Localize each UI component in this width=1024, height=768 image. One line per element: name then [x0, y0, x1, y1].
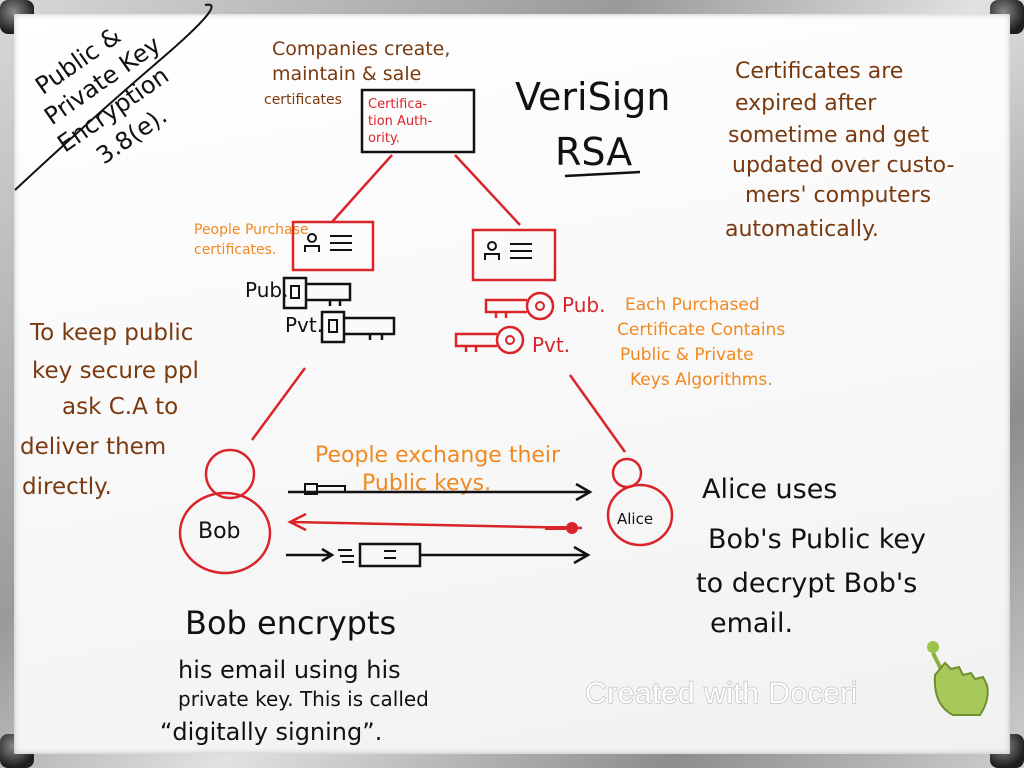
left-public-key-icon	[282, 276, 352, 310]
doceri-hand-icon	[927, 641, 989, 716]
purchase-line-1: People Purchase	[194, 222, 309, 238]
expiry-note: Certificates are expired after sometime …	[725, 59, 954, 242]
left-private-key-icon	[320, 310, 396, 344]
contains-line-4: Keys Algorithms.	[630, 370, 773, 390]
bob-line-1: Bob encrypts	[185, 604, 396, 642]
left-pub-label: Pub.	[245, 278, 288, 302]
ca-line-3: ority.	[368, 131, 400, 146]
expiry-line-6: automatically.	[725, 217, 879, 242]
ca-line-2: tion Auth-	[368, 114, 433, 129]
doceri-watermark: Created with Doceri	[585, 677, 858, 710]
expiry-line-4: updated over custo-	[732, 153, 954, 178]
ca-to-right-cert-line	[454, 154, 521, 226]
expiry-line-3: sometime and get	[728, 123, 929, 148]
secure-line-2: key secure ppl	[32, 358, 199, 384]
verisign-label: VeriSign RSA	[515, 75, 671, 178]
contains-line-2: Certificate Contains	[617, 320, 785, 340]
alice-line-3: to decrypt Bob's	[696, 568, 917, 599]
expiry-line-1: Certificates are	[735, 59, 903, 84]
right-public-key-icon	[484, 291, 555, 321]
expiry-line-5: mers' computers	[745, 183, 931, 208]
purchase-note: People Purchase certificates.	[194, 222, 309, 258]
purchase-line-2: certificates.	[194, 242, 276, 258]
secure-line-1: To keep public	[29, 320, 193, 346]
alice-label: Alice	[617, 510, 653, 528]
email-envelope-icon	[358, 542, 422, 568]
secure-line-4: deliver them	[20, 434, 166, 460]
bob-line-2: his email using his	[178, 656, 401, 684]
verisign-line-2: RSA	[555, 130, 632, 174]
right-cert-to-alice-line	[568, 374, 627, 453]
whiteboard-drawing: Public & Private Key Encryption 3.8(e). …	[14, 3, 989, 746]
expiry-line-2: expired after	[735, 91, 877, 116]
contains-line-1: Each Purchased	[625, 295, 760, 315]
title-note: Public & Private Key Encryption 3.8(e).	[30, 22, 174, 170]
bob-figure: Bob	[178, 448, 272, 575]
exchange-note: People exchange their Public keys.	[315, 443, 561, 496]
right-certificate	[471, 228, 557, 282]
person-icon	[307, 233, 317, 243]
alice-line-1: Alice uses	[702, 474, 837, 505]
bob-line-3: private key. This is called	[178, 687, 429, 711]
bob-to-alice-email-arrow	[286, 542, 591, 568]
alice-note: Alice uses Bob's Public key to decrypt B…	[696, 474, 926, 639]
bob-label: Bob	[198, 519, 241, 544]
right-private-key-icon	[454, 325, 525, 355]
secure-note: To keep public key secure ppl ask C.A to…	[20, 320, 199, 500]
left-pvt-label: Pvt.	[285, 313, 323, 337]
bob-note: Bob encrypts his email using his private…	[160, 604, 429, 746]
companies-line-1: Companies create,	[272, 38, 450, 60]
verisign-line-1: VeriSign	[515, 75, 671, 119]
companies-line-2: maintain & sale	[272, 63, 421, 85]
left-cert-to-bob-line	[250, 367, 307, 441]
exchange-line-1: People exchange their	[315, 443, 561, 468]
ca-to-left-cert-line	[331, 154, 393, 223]
right-pub-label: Pub.	[562, 293, 605, 317]
alice-to-bob-key-arrow	[287, 512, 583, 534]
secure-line-5: directly.	[22, 474, 112, 500]
person-icon	[487, 241, 497, 251]
alice-line-2: Bob's Public key	[708, 524, 926, 555]
secure-line-3: ask C.A to	[62, 394, 178, 420]
contains-line-3: Public & Private	[620, 345, 754, 365]
right-pvt-label: Pvt.	[532, 333, 570, 357]
ca-line-1: Certifica-	[368, 97, 427, 112]
certification-authority-box: Certifica- tion Auth- ority.	[360, 88, 476, 154]
bob-line-4: “digitally signing”.	[160, 718, 382, 746]
contains-note: Each Purchased Certificate Contains Publ…	[617, 295, 785, 390]
alice-line-4: email.	[710, 608, 793, 639]
alice-figure: Alice	[606, 457, 674, 547]
companies-line-3: certificates	[264, 92, 342, 108]
